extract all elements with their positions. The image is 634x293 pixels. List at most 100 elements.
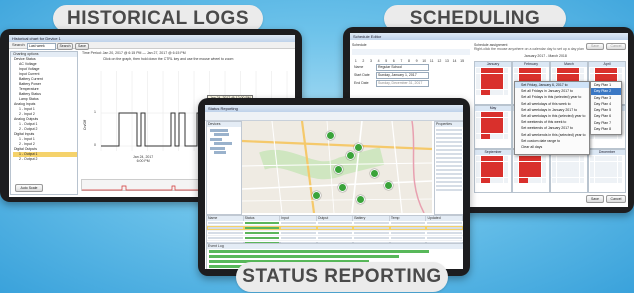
calendar-day[interactable]	[503, 156, 508, 162]
calendar-day[interactable]	[603, 73, 609, 79]
calendar-day[interactable]	[537, 68, 542, 74]
calendar-day[interactable]	[494, 156, 499, 162]
calendar-day[interactable]	[575, 166, 580, 172]
calendar-day[interactable]	[590, 73, 595, 79]
calendar-day[interactable]	[565, 156, 571, 162]
calendar-day[interactable]	[503, 84, 508, 90]
calendar-day[interactable]	[499, 161, 504, 167]
calendar-day[interactable]	[503, 89, 508, 95]
list-item[interactable]	[209, 250, 461, 254]
calendar-day[interactable]	[556, 177, 561, 183]
schedule-save-button[interactable]: Save	[586, 195, 604, 203]
calendar-day[interactable]	[494, 133, 499, 139]
calendar-day[interactable]	[499, 172, 504, 178]
calendar-day[interactable]	[476, 68, 481, 74]
calendar-day[interactable]	[514, 156, 519, 162]
calendar-day[interactable]	[494, 166, 499, 172]
schedule-day-number[interactable]: 2	[360, 58, 368, 64]
calendar-day[interactable]	[503, 117, 508, 123]
calendar-day[interactable]	[485, 78, 490, 84]
list-item[interactable]	[209, 255, 461, 259]
calendar-day[interactable]	[476, 177, 481, 183]
day-plan-item[interactable]: Day Plan 8	[591, 126, 621, 132]
calendar-day[interactable]	[594, 177, 599, 183]
calendar-day[interactable]	[570, 177, 575, 183]
calendar-day[interactable]	[617, 156, 622, 162]
calendar-day[interactable]	[532, 161, 537, 167]
schedule-context-menu[interactable]: Set Friday, January 6, 2017 to Set all Fr…	[514, 81, 590, 155]
calendar-day[interactable]	[489, 122, 495, 128]
calendar-day[interactable]	[552, 166, 557, 172]
calendar-day[interactable]	[541, 73, 546, 79]
calendar-day[interactable]	[476, 89, 481, 95]
calendar-day[interactable]	[485, 166, 490, 172]
calendar-day[interactable]	[570, 156, 575, 162]
calendar-day[interactable]	[489, 78, 495, 84]
calendar-day[interactable]	[476, 156, 481, 162]
calendar-day[interactable]	[527, 166, 533, 172]
device-tree-item[interactable]	[214, 151, 226, 154]
calendar-day[interactable]	[485, 89, 490, 95]
calendar-day[interactable]	[532, 166, 537, 172]
calendar-day[interactable]	[527, 177, 533, 183]
calendar-day[interactable]	[608, 156, 613, 162]
calendar-day[interactable]	[570, 166, 575, 172]
calendar-day[interactable]	[523, 68, 528, 74]
calendar-day[interactable]	[527, 73, 533, 79]
calendar-day[interactable]	[541, 161, 546, 167]
calendar-day[interactable]	[556, 73, 561, 79]
calendar-day[interactable]	[476, 172, 481, 178]
map-marker-8[interactable]	[312, 191, 321, 200]
calendar-day[interactable]	[480, 166, 485, 172]
calendar-day[interactable]	[590, 161, 595, 167]
schedule-name-field[interactable]: Regular School	[376, 64, 429, 71]
calendar-day[interactable]	[503, 133, 508, 139]
calendar-day[interactable]	[599, 156, 604, 162]
context-menu-item[interactable]: Clear all days	[515, 144, 589, 150]
calendar-day[interactable]	[499, 128, 504, 134]
map-marker-4[interactable]	[334, 165, 343, 174]
calendar-day[interactable]	[476, 78, 481, 84]
calendar-day[interactable]	[532, 177, 537, 183]
calendar-day[interactable]	[599, 68, 604, 74]
calendar-day[interactable]	[541, 156, 546, 162]
calendar-day[interactable]	[476, 133, 481, 139]
device-tree-item[interactable]	[214, 142, 232, 145]
calendar-day[interactable]	[613, 161, 618, 167]
calendar-day[interactable]	[565, 172, 571, 178]
schedule-end-field[interactable]: Sunday, December 31, 2017	[376, 80, 429, 87]
calendar-day[interactable]	[514, 73, 519, 79]
calendar-day[interactable]	[480, 84, 485, 90]
calendar-day[interactable]	[556, 172, 561, 178]
calendar-day[interactable]	[552, 161, 557, 167]
calendar-day[interactable]	[537, 166, 542, 172]
context-menu-item[interactable]: Set all weekends in this (selected) year…	[515, 132, 589, 138]
calendar-day[interactable]	[556, 166, 561, 172]
calendar-day[interactable]	[556, 156, 561, 162]
calendar-day[interactable]	[523, 156, 528, 162]
device-tree-item[interactable]	[210, 137, 222, 141]
context-menu-item[interactable]: Set all Fridays in this (selected) year …	[515, 94, 589, 100]
calendar-day[interactable]	[613, 177, 618, 183]
calendar-day[interactable]	[476, 73, 481, 79]
calendar-day[interactable]	[514, 68, 519, 74]
calendar-day[interactable]	[594, 73, 599, 79]
calendar-day[interactable]	[579, 172, 584, 178]
calendar-day[interactable]	[503, 68, 508, 74]
calendar-day[interactable]	[480, 73, 485, 79]
calendar-day[interactable]	[523, 177, 528, 183]
calendar-day[interactable]	[575, 68, 580, 74]
map-marker-9[interactable]	[356, 195, 365, 204]
calendar-day[interactable]	[485, 177, 490, 183]
calendar-day[interactable]	[494, 68, 499, 74]
calendar-day[interactable]	[561, 161, 566, 167]
calendar-day[interactable]	[608, 68, 613, 74]
calendar-day[interactable]	[590, 177, 595, 183]
calendar-day[interactable]	[503, 112, 508, 118]
calendar-day[interactable]	[565, 73, 571, 79]
calendar-day[interactable]	[608, 172, 613, 178]
calendar-day[interactable]	[480, 112, 485, 118]
calendar-day[interactable]	[485, 122, 490, 128]
schedule-day-plan-submenu[interactable]: Day Plan 1 Day Plan 2 Day Plan 3 Day Plan 4…	[590, 81, 622, 135]
calendar-day[interactable]	[523, 73, 528, 79]
